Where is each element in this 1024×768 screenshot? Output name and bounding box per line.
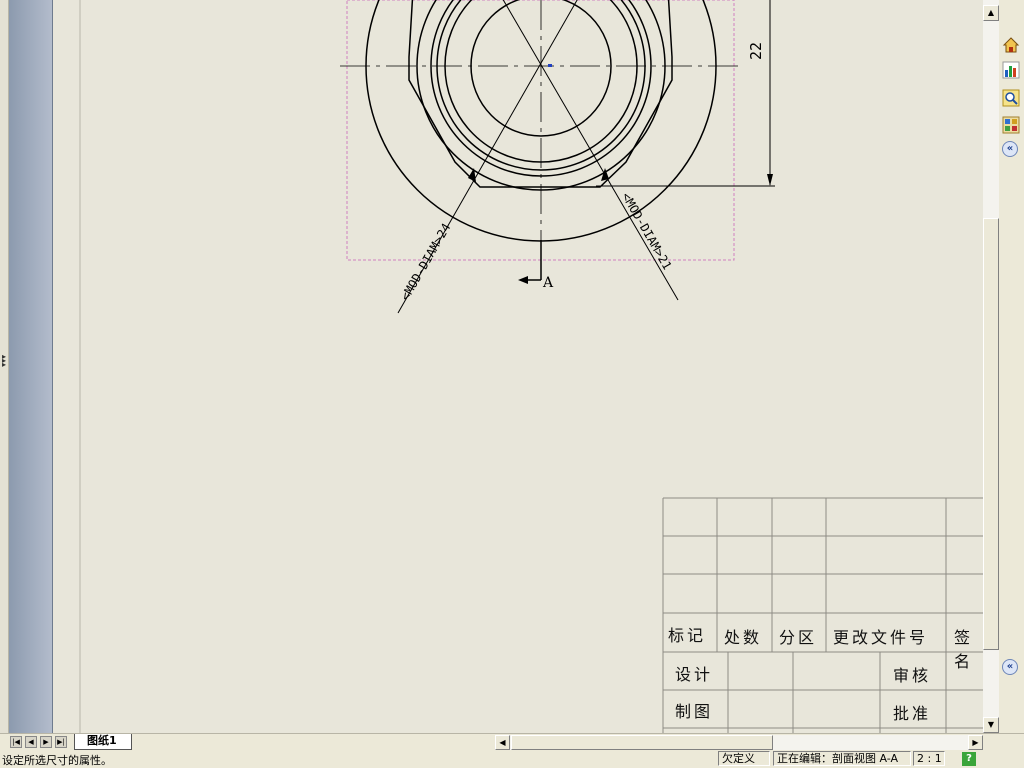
collapse-icon[interactable]: « — [1002, 141, 1018, 157]
task-pane-tabs: « « — [999, 28, 1024, 733]
last-sheet-icon[interactable]: ▶| — [55, 736, 67, 748]
status-message: 设定所选尺寸的属性。 — [2, 754, 112, 767]
palette-icon[interactable] — [1002, 116, 1020, 134]
help-icon[interactable]: ? — [962, 752, 976, 766]
first-sheet-icon[interactable]: |◀ — [10, 736, 22, 748]
next-sheet-icon[interactable]: ▶ — [40, 736, 52, 748]
dimension-text-22[interactable]: 22 — [747, 42, 765, 60]
vertical-scrollbar[interactable]: ▲ ▼ — [983, 0, 999, 733]
home-icon[interactable] — [1002, 36, 1020, 54]
scroll-up-button[interactable]: ▲ — [983, 5, 999, 21]
dimension-arrow — [767, 174, 773, 186]
header-mark: 标记 — [668, 626, 707, 645]
header-signature: 签名 — [954, 628, 974, 671]
drawing-canvas[interactable]: 22 <MOD-DIAM>24 <MOD-DIAM>21 A 标记 处数 分区 … — [53, 0, 983, 733]
search-icon[interactable] — [1002, 89, 1020, 107]
prev-sheet-icon[interactable]: ◀ — [25, 736, 37, 748]
scroll-down-button[interactable]: ▼ — [983, 717, 999, 733]
view-boundary — [346, 0, 735, 261]
sheet-margin — [9, 0, 53, 733]
section-arrow-head — [518, 276, 528, 284]
sheet-tab-bar: |◀ ◀ ▶ ▶| 图纸1 ◀ ▶ — [0, 733, 1024, 751]
chart-icon[interactable] — [1002, 61, 1020, 79]
scroll-left-button[interactable]: ◀ — [495, 735, 510, 750]
header-zone: 分区 — [779, 628, 818, 647]
header-change-doc: 更改文件号 — [833, 628, 929, 647]
vertical-scroll-thumb[interactable] — [983, 218, 999, 650]
label-design: 设计 — [675, 665, 714, 684]
splitter-grip-icon[interactable]: ▸ ▸ ▸ — [2, 353, 6, 369]
expand-icon[interactable]: « — [1002, 659, 1018, 675]
left-panel-splitter[interactable]: ▸ ▸ ▸ — [0, 0, 9, 750]
horizontal-scroll-thumb[interactable] — [511, 735, 773, 750]
status-editing: 正在编辑：剖面视图 A-A — [773, 751, 911, 766]
section-label-a[interactable]: A — [543, 275, 553, 291]
horizontal-scrollbar[interactable]: ◀ ▶ — [495, 735, 983, 750]
label-drafting: 制图 — [675, 702, 714, 721]
tab-sheet-1[interactable]: 图纸1 — [74, 734, 132, 750]
center-point — [548, 64, 552, 67]
header-count: 处数 — [724, 628, 763, 647]
label-review: 审核 — [893, 666, 932, 685]
status-scale[interactable]: 2 : 1 — [913, 751, 945, 766]
status-definition: 欠定义 — [718, 751, 770, 766]
label-approve: 批准 — [893, 704, 932, 723]
status-bar: 设定所选尺寸的属性。 欠定义 正在编辑：剖面视图 A-A 2 : 1 ? — [0, 750, 1024, 768]
scroll-right-button[interactable]: ▶ — [968, 735, 983, 750]
